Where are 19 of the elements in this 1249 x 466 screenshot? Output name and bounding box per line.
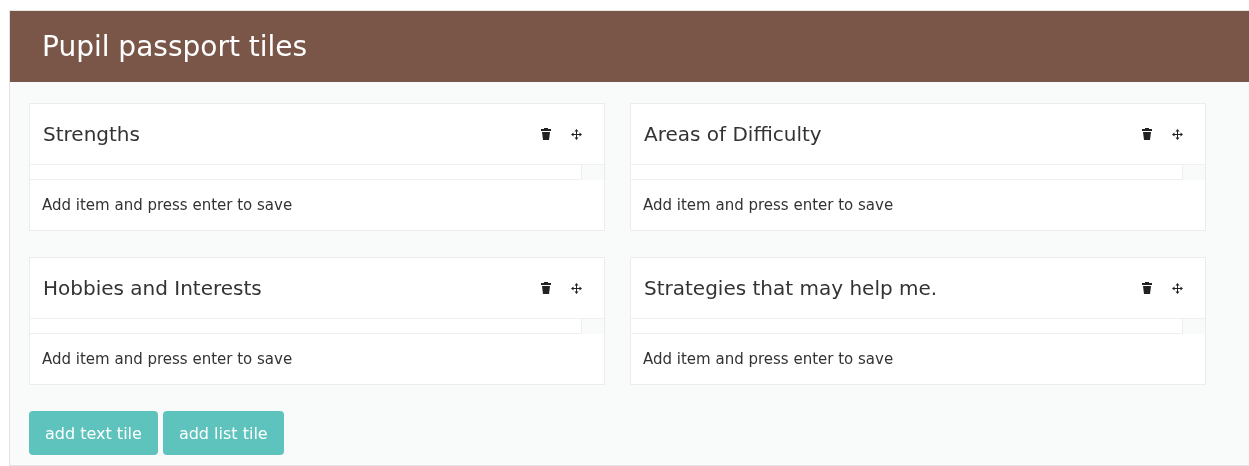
move-icon[interactable] (1172, 282, 1183, 294)
tile-title: Strengths (43, 122, 141, 146)
move-icon[interactable] (1172, 128, 1183, 140)
tile-title: Strategies that may help me. (644, 276, 939, 300)
add-tile-button[interactable]: add text tile (29, 411, 158, 455)
add-item-field[interactable]: Add item and press enter to save (631, 334, 1205, 384)
add-tile-button[interactable]: add list tile (162, 411, 284, 455)
move-icon[interactable] (571, 128, 582, 140)
trash-icon[interactable] (541, 128, 551, 140)
add-item-field[interactable]: Add item and press enter to save (631, 180, 1205, 230)
trash-icon[interactable] (541, 282, 551, 294)
add-item-field[interactable]: Add item and press enter to save (30, 180, 604, 230)
move-icon[interactable] (571, 282, 582, 294)
add-item-field[interactable]: Add item and press enter to save (30, 334, 604, 384)
trash-icon[interactable] (1142, 282, 1152, 294)
trash-icon[interactable] (1142, 128, 1152, 140)
tile-title: Hobbies and Interests (43, 276, 263, 300)
tile-title: Areas of Difficulty (644, 122, 823, 146)
panel-title: Pupil passport tiles (42, 30, 308, 63)
